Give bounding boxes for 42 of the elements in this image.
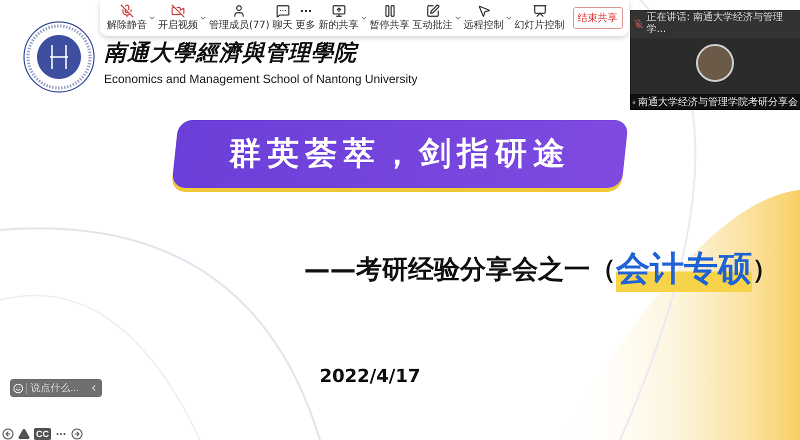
mic-off-icon: [634, 19, 644, 29]
caret-icon[interactable]: [454, 14, 462, 22]
chat-icon: [276, 4, 290, 18]
toolbar-button[interactable]: 更多: [294, 4, 317, 32]
chat-input-field[interactable]: 说点什么...: [10, 379, 102, 397]
end-share-button[interactable]: 结束共享: [572, 7, 623, 29]
captions-button[interactable]: CC: [34, 428, 51, 440]
subtitle-bracket: ）: [752, 254, 778, 286]
university-seal-icon: [22, 20, 96, 94]
caret-icon[interactable]: [504, 14, 513, 22]
person-icon: [232, 4, 246, 18]
monitor-icon: [332, 4, 346, 18]
presentation-icon: [532, 4, 547, 18]
participant-name: 南通大学经济与管理学院考研分享会: [638, 96, 798, 109]
arrow-right-icon[interactable]: [71, 428, 83, 440]
school-name-english: Economics and Management School of Nantong University: [104, 72, 418, 86]
avatar-circle: [696, 44, 734, 82]
mic-off-icon: [120, 4, 134, 18]
caret-icon[interactable]: [199, 14, 207, 22]
school-name-chinese: 南通大學經濟與管理學院: [104, 39, 360, 68]
caret-icon[interactable]: [148, 14, 156, 22]
toolbar-button[interactable]: 新的共享: [318, 4, 360, 32]
pen-icon: [426, 4, 440, 18]
title-banner: 群英荟萃，剑指研途: [171, 120, 629, 188]
subtitle-text: ——考研经验分享会之一（: [304, 254, 616, 284]
toolbar-button[interactable]: 远程控制: [462, 4, 505, 32]
toolbar-button[interactable]: 开启视频: [157, 4, 199, 32]
toolbar-button[interactable]: 管理成员(77): [208, 4, 271, 32]
speaker-text: 正在讲话: 南通大学经济与管理学...: [646, 12, 784, 36]
video-off-icon: [171, 4, 185, 18]
toolbar-button[interactable]: 暂停共享: [368, 4, 411, 32]
pause-icon: [382, 4, 397, 18]
smiley-icon: [13, 382, 24, 394]
caret-icon[interactable]: [360, 14, 368, 22]
triangle-icon[interactable]: [18, 428, 30, 440]
arrow-left-icon[interactable]: [2, 428, 14, 440]
toolbar-button[interactable]: 聊天: [272, 4, 294, 32]
pointer-icon: [476, 4, 491, 18]
toolbar-button[interactable]: 幻灯片控制: [514, 4, 566, 32]
date-text: 2022/4/17: [320, 366, 420, 387]
toolbar-button[interactable]: 解除静音: [106, 4, 148, 32]
toolbar-button[interactable]: 互动批注: [412, 4, 454, 32]
